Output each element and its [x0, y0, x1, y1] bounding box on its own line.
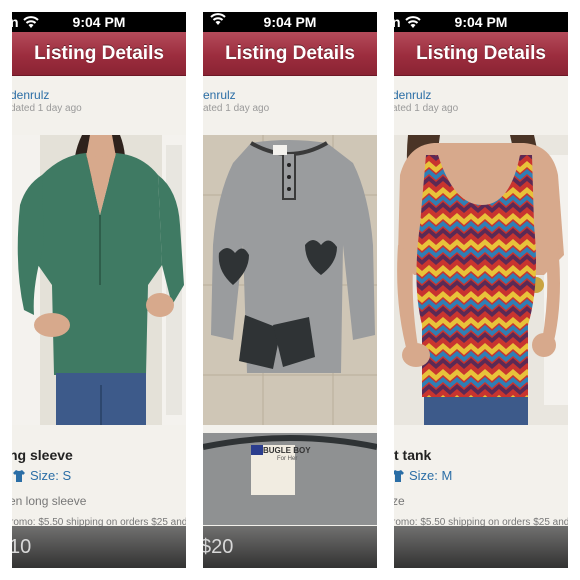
nav-title: Listing Details — [12, 32, 186, 76]
listing-photo[interactable] — [12, 135, 186, 425]
nav-title: Listing Details — [394, 32, 568, 76]
tag-line: For Her — [277, 456, 298, 462]
price-label: $20 — [203, 536, 234, 558]
status-time: 9:04 PM — [263, 14, 317, 30]
shirt-icon — [12, 469, 26, 483]
updated-time: dated 1 day ago — [12, 103, 82, 114]
seller-link[interactable]: denrulz — [12, 88, 49, 102]
price-label: 10 — [12, 536, 32, 558]
updated-time: ated 1 day ago — [394, 103, 459, 114]
status-time: 9:04 PM — [454, 14, 508, 30]
phone-screen-2: 9:04 PM Listing Details enrulz ated 1 da… — [203, 12, 377, 568]
listing-title: ng sleeve — [12, 447, 73, 463]
size-label: Size: M — [409, 468, 453, 483]
tag-photo[interactable]: BUGLE BOY For Her — [203, 433, 377, 525]
price-bar — [394, 526, 568, 568]
nav-title: Listing Details — [203, 32, 377, 76]
size-link[interactable]: Size: S — [12, 468, 71, 483]
seller-link[interactable]: denrulz — [394, 88, 431, 102]
listing-description: ze — [394, 494, 405, 508]
shirt-icon — [394, 469, 405, 483]
price-bar: $20 — [203, 526, 377, 568]
listing-photo[interactable] — [394, 135, 568, 425]
phone-screen-3: n 9:04 PM Listing Details denrulz ated 1… — [394, 12, 568, 568]
phone-screen-1: n 9:04 PM Listing Details denrulz dated … — [12, 12, 186, 568]
size-label: Size: S — [30, 468, 72, 483]
size-link[interactable]: Size: M — [394, 468, 452, 483]
status-bar: n 9:04 PM — [12, 12, 186, 32]
price-bar: 10 — [12, 526, 186, 568]
listing-description: en long sleeve — [12, 494, 87, 508]
seller-link[interactable]: enrulz — [203, 88, 236, 102]
listing-photo[interactable] — [203, 135, 377, 425]
status-bar: 9:04 PM — [203, 12, 377, 32]
tag-brand: BUGLE BOY — [263, 446, 311, 455]
updated-time: ated 1 day ago — [203, 103, 270, 114]
listing-title: t tank — [394, 447, 432, 463]
status-bar: n 9:04 PM — [394, 12, 568, 32]
status-time: 9:04 PM — [72, 14, 126, 30]
